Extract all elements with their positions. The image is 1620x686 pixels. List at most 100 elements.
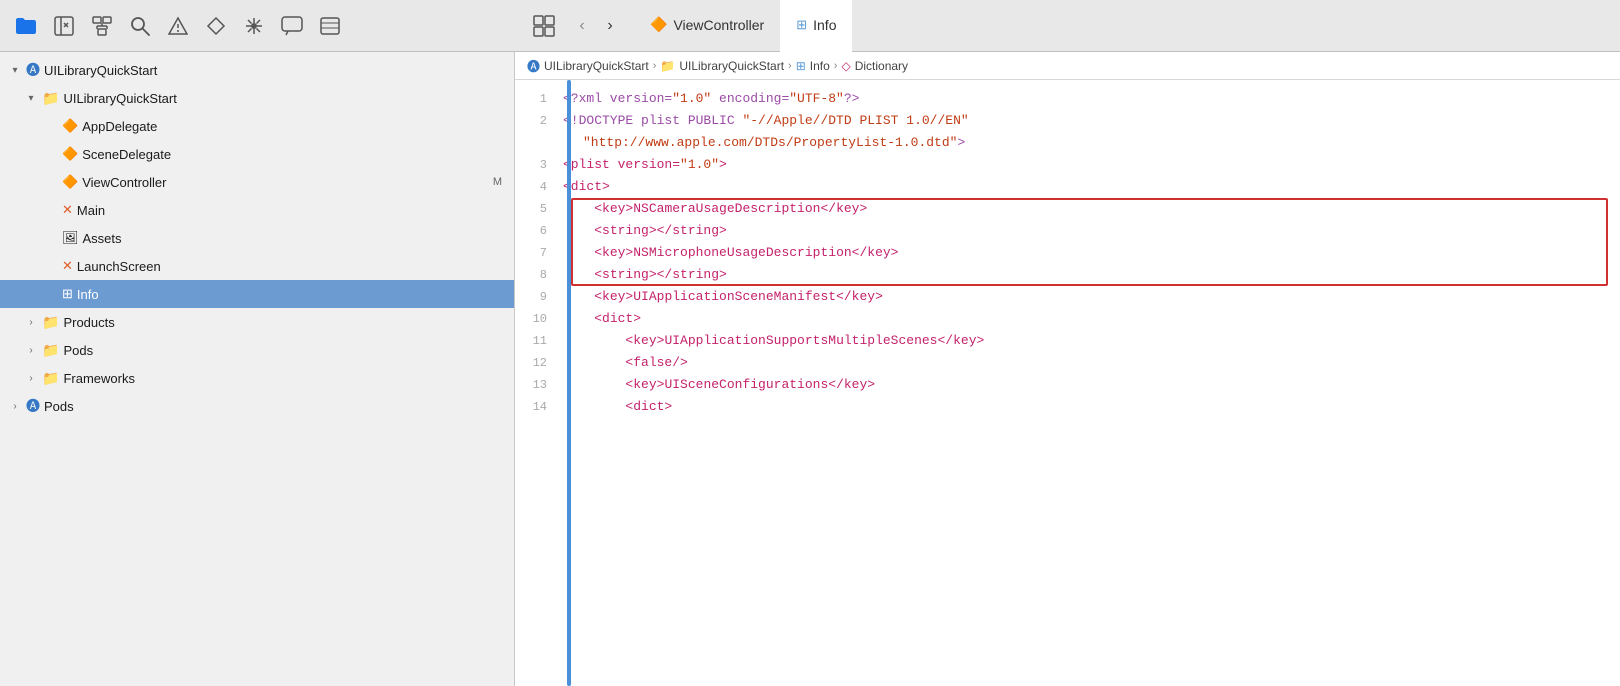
line-num-7: 7 bbox=[515, 242, 563, 264]
line-num-14: 14 bbox=[515, 396, 563, 418]
sidebar-item-viewcontroller[interactable]: 🔶 ViewController M bbox=[0, 168, 514, 196]
disclosure-group1[interactable] bbox=[24, 91, 38, 105]
disclosure-frameworks[interactable] bbox=[24, 371, 38, 385]
tab-viewcontroller-label: ViewController bbox=[673, 17, 764, 33]
sidebar-item-info[interactable]: ⊞ Info bbox=[0, 280, 514, 308]
editor-area: 🅐 UILibraryQuickStart › 📁 UILibraryQuick… bbox=[515, 52, 1620, 686]
tab-viewcontroller[interactable]: 🔶 ViewController bbox=[634, 0, 780, 52]
forward-arrow[interactable]: › bbox=[598, 14, 622, 38]
warning-icon[interactable] bbox=[164, 12, 192, 40]
disclosure-pods2[interactable] bbox=[8, 399, 22, 413]
sidebar-item-appdelegate[interactable]: 🔶 AppDelegate bbox=[0, 112, 514, 140]
code-line-12: 12 <false/> bbox=[515, 352, 1620, 374]
code-line-13: 13 <key>UISceneConfigurations</key> bbox=[515, 374, 1620, 396]
line-content-3: <plist version="1.0"> bbox=[563, 154, 1620, 176]
breadcrumb-group[interactable]: UILibraryQuickStart bbox=[679, 59, 784, 73]
line-num-5: 5 bbox=[515, 198, 563, 220]
breadcrumb-table-icon: ⊞ bbox=[796, 59, 806, 73]
sidebar-label-products: Products bbox=[63, 315, 506, 330]
list-icon[interactable] bbox=[316, 12, 344, 40]
code-line-2b: "http://www.apple.com/DTDs/PropertyList-… bbox=[515, 132, 1620, 154]
tab-info-label: Info bbox=[813, 17, 836, 33]
code-line-8: 8 <string></string> bbox=[515, 264, 1620, 286]
hierarchy-icon[interactable] bbox=[88, 12, 116, 40]
breadcrumb-info[interactable]: Info bbox=[810, 59, 830, 73]
swift-icon-scenedelegate: 🔶 bbox=[62, 146, 78, 162]
storyboard-icon-launch: ✕ bbox=[62, 258, 73, 274]
breadcrumb-app-icon: 🅐 bbox=[527, 56, 540, 75]
highlight-region: 5 <key>NSCameraUsageDescription</key> 6 … bbox=[515, 198, 1620, 286]
back-arrow[interactable]: ‹ bbox=[570, 14, 594, 38]
sidebar-badge-viewcontroller: M bbox=[493, 176, 506, 188]
tab-info[interactable]: ⊞ Info bbox=[780, 0, 852, 52]
breadcrumb-dictionary[interactable]: Dictionary bbox=[855, 59, 908, 73]
line-content-13: <key>UISceneConfigurations</key> bbox=[563, 374, 1620, 396]
breadcrumb-sep-1: › bbox=[653, 60, 657, 72]
code-editor[interactable]: 1 <?xml version="1.0" encoding="UTF-8"?>… bbox=[515, 80, 1620, 686]
sidebar-item-scenedelegate[interactable]: 🔶 SceneDelegate bbox=[0, 140, 514, 168]
layout-icon[interactable] bbox=[530, 12, 558, 40]
disclosure-root[interactable] bbox=[8, 63, 22, 77]
sidebar-label-appdelegate: AppDelegate bbox=[82, 119, 506, 134]
code-line-6: 6 <string></string> bbox=[515, 220, 1620, 242]
breadcrumb-code-icon: ◇ bbox=[841, 59, 850, 73]
line-num-3: 3 bbox=[515, 154, 563, 176]
swift-icon: 🔶 bbox=[650, 16, 667, 33]
main-content: 🅐 UILibraryQuickStart 📁 UILibraryQuickSt… bbox=[0, 52, 1620, 686]
line-num-2: 2 bbox=[515, 110, 563, 132]
breadcrumb-root[interactable]: UILibraryQuickStart bbox=[544, 59, 649, 73]
swift-app-icon-pods2: 🅐 bbox=[26, 396, 40, 416]
folder-frameworks-icon: 📁 bbox=[42, 370, 59, 387]
sidebar-item-assets[interactable]: 🖼 Assets bbox=[0, 224, 514, 252]
star-grid-icon[interactable] bbox=[240, 12, 268, 40]
line-content-9: <key>UIApplicationSceneManifest</key> bbox=[563, 286, 1620, 308]
folder-icon[interactable] bbox=[12, 12, 40, 40]
disclosure-pods[interactable] bbox=[24, 343, 38, 357]
close-panel-icon[interactable] bbox=[50, 12, 78, 40]
folder-yellow-icon: 📁 bbox=[42, 90, 59, 107]
table-icon-info: ⊞ bbox=[62, 286, 73, 302]
folder-pods-icon: 📁 bbox=[42, 342, 59, 359]
sidebar-label-viewcontroller: ViewController bbox=[82, 175, 489, 190]
code-line-5: 5 <key>NSCameraUsageDescription</key> bbox=[515, 198, 1620, 220]
line-content-5: <key>NSCameraUsageDescription</key> bbox=[563, 198, 1620, 220]
breadcrumb-sep-3: › bbox=[834, 60, 838, 72]
code-line-11: 11 <key>UIApplicationSupportsMultipleSce… bbox=[515, 330, 1620, 352]
line-num-11: 11 bbox=[515, 330, 563, 352]
sidebar-item-pods2[interactable]: 🅐 Pods bbox=[0, 392, 514, 420]
sidebar-item-pods[interactable]: 📁 Pods bbox=[0, 336, 514, 364]
line-num-6: 6 bbox=[515, 220, 563, 242]
sidebar-label-launchscreen: LaunchScreen bbox=[77, 259, 506, 274]
sidebar-label-group1: UILibraryQuickStart bbox=[63, 91, 506, 106]
line-content-2: <!DOCTYPE plist PUBLIC "-//Apple//DTD PL… bbox=[563, 110, 1620, 132]
bubble-icon[interactable] bbox=[278, 12, 306, 40]
sidebar-item-main[interactable]: ✕ Main bbox=[0, 196, 514, 224]
code-line-14: 14 <dict> bbox=[515, 396, 1620, 418]
line-num-8: 8 bbox=[515, 264, 563, 286]
sidebar-item-launchscreen[interactable]: ✕ LaunchScreen bbox=[0, 252, 514, 280]
table-icon: ⊞ bbox=[796, 17, 807, 33]
sidebar-item-group1[interactable]: 📁 UILibraryQuickStart bbox=[0, 84, 514, 112]
sidebar-label-pods: Pods bbox=[63, 343, 506, 358]
sidebar: 🅐 UILibraryQuickStart 📁 UILibraryQuickSt… bbox=[0, 52, 515, 686]
sidebar-item-products[interactable]: 📁 Products bbox=[0, 308, 514, 336]
assets-icon: 🖼 bbox=[62, 230, 79, 246]
search-icon[interactable] bbox=[126, 12, 154, 40]
code-line-7: 7 <key>NSMicrophoneUsageDescription</key… bbox=[515, 242, 1620, 264]
code-line-1: 1 <?xml version="1.0" encoding="UTF-8"?> bbox=[515, 88, 1620, 110]
line-content-8: <string></string> bbox=[563, 264, 1620, 286]
line-num-10: 10 bbox=[515, 308, 563, 330]
disclosure-products[interactable] bbox=[24, 315, 38, 329]
sidebar-item-frameworks[interactable]: 📁 Frameworks bbox=[0, 364, 514, 392]
diamond-icon[interactable] bbox=[202, 12, 230, 40]
sidebar-label-scenedelegate: SceneDelegate bbox=[82, 147, 506, 162]
line-num-1: 1 bbox=[515, 88, 563, 110]
nav-arrows: ‹ › bbox=[530, 12, 622, 40]
sidebar-item-root[interactable]: 🅐 UILibraryQuickStart bbox=[0, 56, 514, 84]
sidebar-label-assets: Assets bbox=[83, 231, 506, 246]
line-content-12: <false/> bbox=[563, 352, 1620, 374]
tabs-area: 🔶 ViewController ⊞ Info bbox=[634, 0, 1608, 52]
swift-app-icon: 🅐 bbox=[26, 60, 40, 80]
toolbar-left bbox=[12, 12, 522, 40]
code-line-2: 2 <!DOCTYPE plist PUBLIC "-//Apple//DTD … bbox=[515, 110, 1620, 132]
